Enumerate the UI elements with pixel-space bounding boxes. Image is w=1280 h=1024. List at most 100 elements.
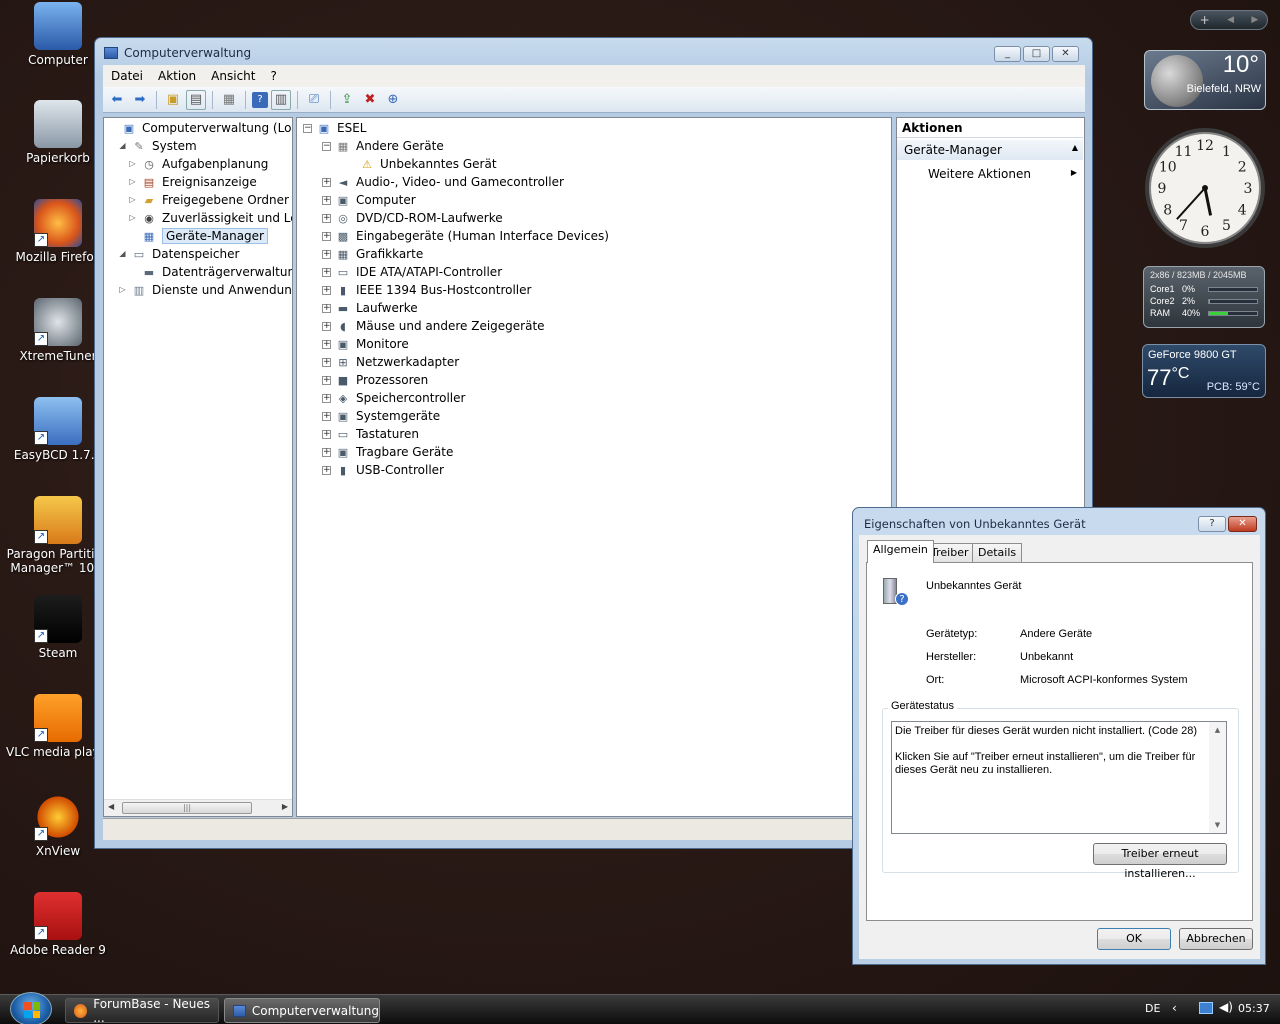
expand-icon[interactable]: + — [322, 321, 331, 331]
language-indicator[interactable]: DE — [1145, 1002, 1160, 1015]
expand-arrow-icon[interactable]: ▷ — [118, 285, 127, 295]
expand-icon[interactable]: + — [322, 411, 331, 421]
device-category[interactable]: + ▣ Systemgeräte — [322, 407, 440, 425]
expand-arrow-icon[interactable]: ▷ — [128, 195, 137, 205]
nav-item[interactable]: ▷ ◷ Aufgabenplanung — [128, 155, 268, 173]
device-category[interactable]: + ▣ Tragbare Geräte — [322, 443, 453, 461]
weather-gadget[interactable]: 10° Bielefeld, NRW — [1144, 50, 1266, 110]
expand-icon[interactable]: + — [322, 447, 331, 457]
expand-icon[interactable]: + — [322, 303, 331, 313]
menu-aktion[interactable]: Aktion — [150, 69, 203, 83]
device-category[interactable]: + ▣ Monitore — [322, 335, 409, 353]
nav-item[interactable]: ▷ ◉ Zuverlässigkeit und Leis — [128, 209, 292, 227]
collapse-icon[interactable]: − — [303, 123, 312, 133]
device-category[interactable]: + ▭ IDE ATA/ATAPI-Controller — [322, 263, 502, 281]
volume-icon[interactable]: ◀) — [1219, 1000, 1233, 1014]
navigation-tree[interactable]: ▣ Computerverwaltung (Lokal) ◢ ✎ System ▷ ◷ Auf… — [103, 117, 293, 817]
device-tree[interactable]: − ▣ ESEL − ▦ Andere Geräte ⚠ Unbekanntes Gerät +… — [296, 117, 892, 817]
reinstall-driver-button[interactable]: Treiber erneut installieren... — [1093, 843, 1227, 880]
expand-icon[interactable]: + — [322, 249, 331, 259]
tab-allgemein[interactable]: Allgemein — [867, 540, 934, 563]
scroll-thumb[interactable]: ||| — [122, 802, 252, 814]
tab-details[interactable]: Details — [972, 543, 1023, 562]
device-category[interactable]: + ◈ Speichercontroller — [322, 389, 465, 407]
forward-icon[interactable]: ➡ — [130, 90, 150, 110]
scroll-down-icon[interactable]: ▼ — [1209, 821, 1226, 829]
prev-icon[interactable]: ◀ — [1227, 15, 1234, 25]
scroll-right-icon[interactable]: ▶ — [282, 802, 288, 811]
expand-icon[interactable]: + — [322, 393, 331, 403]
task-firefox[interactable]: ForumBase - Neues ... — [65, 997, 219, 1024]
add-gadget-icon[interactable]: + — [1200, 13, 1210, 27]
expand-icon[interactable]: + — [322, 357, 331, 367]
expand-icon[interactable]: + — [322, 339, 331, 349]
device-category[interactable]: + ▮ USB-Controller — [322, 461, 444, 479]
update-driver-icon[interactable]: ⇪ — [337, 90, 357, 110]
expand-arrow-icon[interactable]: ◢ — [118, 141, 127, 151]
help-icon[interactable]: ? — [252, 91, 268, 108]
device-category[interactable]: + ■ Prozessoren — [322, 371, 428, 389]
nav-item[interactable]: ◢ ✎ System — [118, 137, 196, 155]
minimize-button[interactable]: _ — [994, 46, 1021, 62]
ok-button[interactable]: OK — [1097, 928, 1171, 950]
collapse-icon[interactable]: ▲ — [1072, 143, 1078, 152]
more-actions[interactable]: Weitere Aktionen ▶ — [897, 164, 1083, 184]
expand-icon[interactable]: + — [322, 195, 331, 205]
expand-icon[interactable]: + — [322, 267, 331, 277]
expand-arrow-icon[interactable]: ▷ — [128, 159, 137, 169]
scroll-up-icon[interactable]: ▲ — [1209, 726, 1226, 734]
cancel-button[interactable]: Abbrechen — [1179, 928, 1253, 950]
back-icon[interactable]: ⬅ — [107, 90, 127, 110]
device-category[interactable]: + ◄ Audio-, Video- und Gamecontroller — [322, 173, 564, 191]
expand-icon[interactable]: + — [322, 429, 331, 439]
device-category[interactable]: + ▮ IEEE 1394 Bus-Hostcontroller — [322, 281, 531, 299]
device-category[interactable]: + ▩ Eingabegeräte (Human Interface Devices… — [322, 227, 609, 245]
expand-icon[interactable]: + — [322, 375, 331, 385]
actions-section[interactable]: Geräte-Manager ▲ — [897, 140, 1083, 160]
menu-datei[interactable]: Datei — [103, 69, 150, 83]
nav-item[interactable]: ▷ ▤ Ereignisanzeige — [128, 173, 256, 191]
nav-item[interactable]: ▣ Computerverwaltung (Lokal) — [108, 119, 292, 137]
device-root[interactable]: − ▣ ESEL — [303, 119, 366, 137]
expand-icon[interactable]: + — [322, 285, 331, 295]
device-category[interactable]: + ▦ Grafikkarte — [322, 245, 423, 263]
scroll-left-icon[interactable]: ◀ — [108, 802, 114, 811]
nav-item[interactable]: ▦ Geräte-Manager — [128, 227, 268, 245]
show-hidden-icons-icon[interactable]: ‹ — [1172, 1001, 1177, 1015]
device-unknown[interactable]: ⚠ Unbekanntes Gerät — [359, 155, 496, 173]
dialog-close-button[interactable]: ✕ — [1228, 516, 1257, 532]
up-folder-icon[interactable]: ▣ — [163, 90, 183, 110]
clock-time[interactable]: 05:37 — [1238, 1002, 1270, 1015]
expand-icon[interactable]: + — [322, 213, 331, 223]
start-button[interactable] — [10, 992, 52, 1024]
menu-ansicht[interactable]: Ansicht — [203, 69, 262, 83]
status-scrollbar[interactable]: ▲ ▼ — [1209, 722, 1226, 833]
task-computer-management[interactable]: Computerverwaltung — [224, 998, 380, 1023]
nav-item[interactable]: ▷ ▰ Freigegebene Ordner — [128, 191, 289, 209]
status-textarea[interactable]: Die Treiber für dieses Gerät wurden nich… — [891, 721, 1227, 834]
horizontal-scrollbar[interactable]: ◀ ||| ▶ — [104, 799, 292, 816]
expand-icon[interactable]: + — [322, 231, 331, 241]
nav-item[interactable]: ▷ ▥ Dienste und Anwendungen — [118, 281, 292, 299]
expand-icon[interactable]: + — [322, 177, 331, 187]
device-category[interactable]: + ▭ Tastaturen — [322, 425, 419, 443]
scan-hardware-icon[interactable]: ⎚ — [304, 90, 324, 110]
expand-arrow-icon[interactable]: ▷ — [128, 177, 137, 187]
device-category[interactable]: + ◎ DVD/CD-ROM-Laufwerke — [322, 209, 503, 227]
next-icon[interactable]: ▶ — [1251, 15, 1258, 25]
show-tree-icon[interactable]: ▤ — [186, 89, 206, 110]
properties-dialog[interactable]: Eigenschaften von Unbekanntes Gerät ? ✕ … — [852, 507, 1266, 965]
device-category[interactable]: + ◖ Mäuse und andere Zeigegeräte — [322, 317, 545, 335]
dialog-help-button[interactable]: ? — [1198, 516, 1226, 532]
maximize-button[interactable]: □ — [1023, 46, 1050, 62]
close-button[interactable]: ✕ — [1052, 46, 1079, 62]
collapse-icon[interactable]: − — [322, 141, 331, 151]
disable-device-icon[interactable]: ⊕ — [383, 90, 403, 110]
expand-icon[interactable]: + — [322, 465, 331, 475]
nav-item[interactable]: ▬ Datenträgerverwaltung — [128, 263, 292, 281]
properties-icon[interactable]: ▦ — [219, 90, 239, 110]
show-action-pane-icon[interactable]: ▥ — [271, 89, 291, 110]
uninstall-icon[interactable]: ✖ — [360, 90, 380, 110]
desktop-icon-adobe-reader[interactable]: ↗ Adobe Reader 9 — [6, 892, 110, 957]
device-category[interactable]: + ⊞ Netzwerkadapter — [322, 353, 459, 371]
